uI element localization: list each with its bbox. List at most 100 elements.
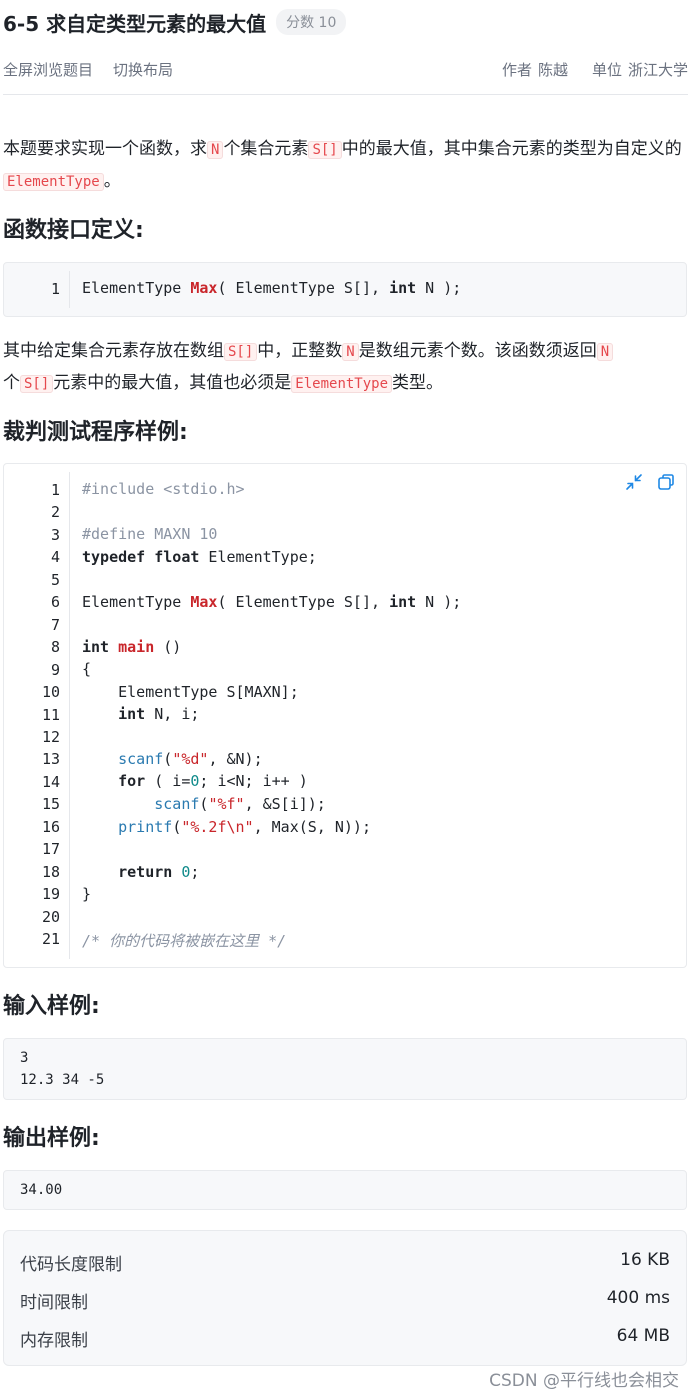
code-string: "%f" [208, 795, 245, 813]
line-number: 17 [41, 840, 60, 859]
code-line: } [82, 885, 92, 903]
heading-sample-program: 裁判测试程序样例: [3, 420, 188, 445]
code-token: ( ElementType S[], [217, 593, 390, 611]
limit-label: 内存限制 [20, 1331, 88, 1351]
code-token: ElementType [82, 279, 191, 297]
line-number: 7 [50, 615, 60, 634]
limit-value: 400 ms [606, 1288, 670, 1308]
sample-input-block: 3 12.3 34 -5 [3, 1038, 687, 1100]
text-segment: 中的最大值，其中集合元素的类型为自定义的 [341, 139, 682, 159]
code-function: main [118, 638, 155, 656]
unit-name: 浙江大学 [627, 60, 688, 79]
line-number: 5 [50, 570, 60, 589]
problem-title: 6-5 求自定类型元素的最大值 [3, 11, 267, 36]
copy-icon[interactable] [656, 472, 676, 492]
code-call: scanf [118, 750, 164, 768]
inline-code: N [342, 343, 359, 361]
code-keyword: int [118, 705, 146, 723]
line-number: 4 [50, 548, 60, 567]
code-function: Max [190, 593, 218, 611]
line-number: 15 [41, 795, 60, 814]
line-number: 3 [50, 525, 60, 544]
code-call: scanf [154, 795, 200, 813]
text-segment: 类型。 [392, 373, 444, 393]
line-number: 14 [41, 772, 60, 791]
limit-value: 64 MB [616, 1326, 670, 1346]
code-keyword: typedef [82, 548, 146, 566]
inline-code: S[] [224, 343, 258, 361]
line-number: 20 [41, 907, 60, 926]
limit-row-code-length: 代码长度限制 16 KB [20, 1250, 670, 1275]
inline-code: ElementType [3, 173, 104, 191]
code-line: int N, i; [82, 705, 199, 723]
line-number: 8 [50, 638, 60, 657]
code-keyword: int [389, 279, 417, 297]
description-paragraph-2: 其中给定集合元素存放在数组 S[] 中，正整数 N 是数组元素个数。该函数须返回 N 个 S[… [3, 336, 683, 400]
sample-output-text: 34.00 [20, 1182, 63, 1198]
unit-info: 单位 浙江大学 [592, 59, 688, 80]
code-line: for ( i=0; i<N; i++ ) [82, 772, 308, 790]
text-segment: 。 [103, 171, 121, 191]
code-token: () [154, 638, 182, 656]
text-segment: 中，正整数 [257, 341, 343, 361]
code-string: "%d" [172, 750, 209, 768]
code-line: printf("%.2f\n", Max(S, N)); [82, 818, 371, 836]
code-comment: /* 你的代码将被嵌在这里 */ [82, 932, 287, 950]
code-line: #define MAXN 10 [82, 525, 218, 543]
switch-layout-button[interactable]: 切换布局 [113, 59, 173, 80]
code-keyword: int [389, 593, 417, 611]
line-number: 21 [41, 930, 60, 948]
line-number: 9 [50, 660, 60, 679]
watermark: CSDN @平行线也会相交 [489, 1371, 679, 1391]
code-token: ( ElementType S[], [217, 279, 390, 297]
problem-toolbar: 全屏浏览题目 切换布局 作者 陈越 单位 浙江大学 [3, 56, 688, 82]
line-number: 12 [41, 727, 60, 746]
limit-label: 代码长度限制 [20, 1255, 122, 1275]
code-function: Max [190, 279, 218, 297]
code-token: ( [172, 818, 182, 836]
limit-value: 16 KB [620, 1250, 670, 1270]
problem-header: 6-5 求自定类型元素的最大值 分数 10 [3, 6, 347, 38]
code-line: scanf("%d", &N); [82, 750, 263, 768]
header-divider [3, 94, 688, 95]
code-token: ( [163, 750, 173, 768]
code-token: , &S[i]); [244, 795, 326, 813]
line-number: 16 [41, 817, 60, 836]
line-number: 2 [50, 503, 60, 522]
code-call: printf [118, 818, 173, 836]
line-number: 11 [41, 705, 60, 724]
line-number: 10 [41, 683, 60, 702]
code-token: ; i<N; i++ ) [199, 772, 308, 790]
code-token: , &N); [208, 750, 263, 768]
code-token: ElementType; [199, 548, 317, 566]
code-string: "%.2f\n" [181, 818, 254, 836]
code-token: N, i; [145, 705, 200, 723]
line-number: 13 [41, 750, 60, 769]
text-segment: 本题要求实现一个函数，求 [3, 139, 207, 159]
gutter-divider [69, 472, 70, 959]
sample-input-text: 3 12.3 34 -5 [20, 1050, 105, 1088]
score-badge: 分数 10 [276, 9, 347, 35]
code-token: ; [190, 863, 200, 881]
code-line: #include <stdio.h> [82, 480, 245, 498]
limits-panel: 代码长度限制 16 KB 时间限制 400 ms 内存限制 64 MB [3, 1230, 687, 1366]
code-tools [624, 472, 676, 492]
collapse-icon[interactable] [624, 472, 644, 492]
description-paragraph-1: 本题要求实现一个函数，求 N 个集合元素 S[] 中的最大值，其中集合元素的类型为自定义… [3, 134, 683, 198]
code-line: typedef float ElementType; [82, 548, 317, 566]
code-line: { [82, 660, 92, 678]
text-segment: 是数组元素个数。该函数须返回 [358, 341, 597, 361]
sample-output-block: 34.00 [3, 1170, 687, 1210]
inline-code: N [596, 343, 614, 361]
line-number: 6 [50, 593, 60, 612]
line-number: 18 [41, 862, 60, 881]
inline-code: N [207, 141, 224, 159]
heading-sample-input: 输入样例: [3, 994, 100, 1019]
limit-row-time: 时间限制 400 ms [20, 1288, 670, 1313]
text-segment: 其中给定集合元素存放在数组 [3, 341, 224, 361]
interface-code-block: 1 ElementType Max( ElementType S[], int … [3, 262, 687, 317]
unit-label: 单位 [591, 60, 622, 79]
heading-interface: 函数接口定义: [3, 218, 144, 243]
fullscreen-button[interactable]: 全屏浏览题目 [3, 59, 93, 80]
text-segment: 个 [3, 373, 20, 393]
